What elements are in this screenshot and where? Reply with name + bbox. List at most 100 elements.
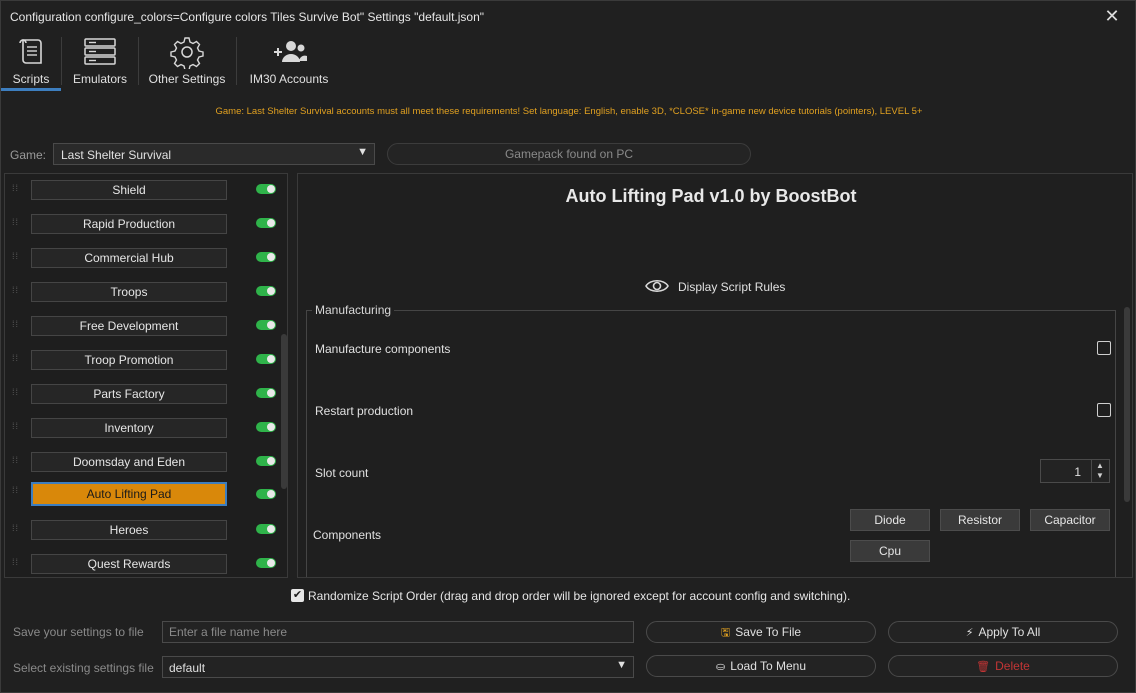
settings-file-select[interactable]: default ▼ xyxy=(162,656,634,678)
manufacturing-group: Manufacturing Manufacture components Res… xyxy=(306,303,1116,577)
trash-icon: 🗑 xyxy=(976,661,991,673)
script-toggle[interactable] xyxy=(256,286,276,296)
drag-handle-icon[interactable]: ⁞⁞ xyxy=(12,286,22,302)
requirements-notice: Game: Last Shelter Survival accounts mus… xyxy=(215,106,923,117)
load-to-menu-button[interactable]: ⛀ Load To Menu xyxy=(646,655,876,677)
randomize-checkbox[interactable]: ✔ xyxy=(291,589,304,602)
drag-handle-icon[interactable]: ⁞⁞ xyxy=(12,486,22,502)
drag-handle-icon[interactable]: ⁞⁞ xyxy=(12,354,22,370)
tab-other-settings[interactable]: Other Settings xyxy=(142,33,232,91)
tab-label: Scripts xyxy=(12,72,50,86)
drag-handle-icon[interactable]: ⁞⁞ xyxy=(12,524,22,540)
dropdown-arrow-icon: ▼ xyxy=(357,146,368,158)
dropdown-arrow-icon: ▼ xyxy=(616,659,627,671)
script-list-scrollbar[interactable] xyxy=(281,334,287,489)
script-toggle[interactable] xyxy=(256,388,276,398)
drag-handle-icon[interactable]: ⁞⁞ xyxy=(12,456,22,472)
drag-handle-icon[interactable]: ⁞⁞ xyxy=(12,218,22,234)
save-to-file-label: Save To File xyxy=(735,625,802,639)
gamepack-status-button[interactable]: Gamepack found on PC xyxy=(387,143,751,165)
script-toggle[interactable] xyxy=(256,252,276,262)
apply-to-all-label: Apply To All xyxy=(978,625,1041,639)
script-toggle[interactable] xyxy=(256,456,276,466)
randomize-label: Randomize Script Order (drag and drop or… xyxy=(308,589,851,603)
tab-scripts[interactable]: Scripts xyxy=(1,33,61,91)
script-toggle[interactable] xyxy=(256,218,276,228)
save-to-file-button[interactable]: 🖫 Save To File xyxy=(646,621,876,643)
gear-icon xyxy=(170,37,204,69)
tab-divider xyxy=(236,37,237,85)
game-label: Game: xyxy=(10,148,47,162)
group-title: Manufacturing xyxy=(312,303,395,317)
tab-label: Other Settings xyxy=(148,72,226,86)
drag-handle-icon[interactable]: ⁞⁞ xyxy=(12,388,22,404)
script-toggle[interactable] xyxy=(256,184,276,194)
tab-label: Emulators xyxy=(72,72,128,86)
list-item: ⁞⁞ Shield xyxy=(5,180,287,214)
script-button[interactable]: Heroes xyxy=(31,520,227,540)
script-button[interactable]: Parts Factory xyxy=(31,384,227,404)
script-button[interactable]: Shield xyxy=(31,180,227,200)
drag-handle-icon[interactable]: ⁞⁞ xyxy=(12,558,22,574)
manufacture-components-checkbox[interactable] xyxy=(1097,341,1111,355)
eye-icon xyxy=(645,279,669,293)
spinbox-arrows: ▲ ▼ xyxy=(1091,460,1109,482)
script-toggle[interactable] xyxy=(256,354,276,364)
script-toggle[interactable] xyxy=(256,489,276,499)
component-capacitor-button[interactable]: Capacitor xyxy=(1030,509,1110,531)
list-item: ⁞⁞ Troop Promotion xyxy=(5,350,287,384)
restart-production-label: Restart production xyxy=(315,404,414,418)
drag-handle-icon[interactable]: ⁞⁞ xyxy=(12,252,22,268)
script-toggle[interactable] xyxy=(256,524,276,534)
drag-handle-icon[interactable]: ⁞⁞ xyxy=(12,422,22,438)
script-button[interactable]: Commercial Hub xyxy=(31,248,227,268)
game-select[interactable]: Last Shelter Survival ▼ xyxy=(53,143,375,165)
script-button[interactable]: Troop Promotion xyxy=(31,350,227,370)
file-name-input[interactable] xyxy=(162,621,634,643)
drag-handle-icon[interactable]: ⁞⁞ xyxy=(12,184,22,200)
tab-emulators[interactable]: Emulators xyxy=(65,33,135,91)
component-cpu-button[interactable]: Cpu xyxy=(850,540,930,562)
script-toggle[interactable] xyxy=(256,320,276,330)
tab-im30-accounts[interactable]: IM30 Accounts xyxy=(241,33,337,91)
restart-production-checkbox[interactable] xyxy=(1097,403,1111,417)
delete-label: Delete xyxy=(995,659,1030,673)
delete-button[interactable]: 🗑 Delete xyxy=(888,655,1118,677)
settings-file-value: default xyxy=(169,661,206,675)
script-button[interactable]: Rapid Production xyxy=(31,214,227,234)
slot-count-label: Slot count xyxy=(315,466,369,480)
manufacture-components-label: Manufacture components xyxy=(315,342,451,356)
script-button[interactable]: Inventory xyxy=(31,418,227,438)
script-button[interactable]: Free Development xyxy=(31,316,227,336)
script-button[interactable]: Troops xyxy=(31,282,227,302)
server-icon xyxy=(84,38,116,65)
component-diode-button[interactable]: Diode xyxy=(850,509,930,531)
script-toggle[interactable] xyxy=(256,558,276,568)
rules-link-label: Display Script Rules xyxy=(678,280,786,294)
users-icon xyxy=(274,41,307,62)
window-title: Configuration configure_colors=Configure… xyxy=(10,10,485,24)
slot-count-spinbox[interactable]: 1 ▲ ▼ xyxy=(1040,459,1110,483)
list-item: ⁞⁞ Inventory xyxy=(5,418,287,452)
slot-count-value: 1 xyxy=(1074,465,1081,479)
script-list[interactable]: ⁞⁞ Shield ⁞⁞ Rapid Production ⁞⁞ Commerc… xyxy=(4,173,288,578)
script-toggle[interactable] xyxy=(256,422,276,432)
drag-handle-icon[interactable]: ⁞⁞ xyxy=(12,320,22,336)
components-label: Components xyxy=(313,528,382,542)
ribbon-tabs: Scripts Emulators Other Settings IM30 Ac… xyxy=(1,33,1135,91)
script-settings-panel: Auto Lifting Pad v1.0 by BoostBot Displa… xyxy=(297,173,1133,578)
close-icon[interactable]: ✕ xyxy=(1103,7,1121,25)
panel-scrollbar[interactable] xyxy=(1124,307,1130,502)
decrement-icon[interactable]: ▼ xyxy=(1096,471,1104,480)
tab-divider xyxy=(138,37,139,85)
increment-icon[interactable]: ▲ xyxy=(1096,461,1104,470)
script-button-active[interactable]: Auto Lifting Pad xyxy=(31,482,227,506)
lightning-icon: ⚡ xyxy=(965,627,974,639)
script-button[interactable]: Quest Rewards xyxy=(31,554,227,574)
tab-divider xyxy=(61,37,62,85)
component-resistor-button[interactable]: Resistor xyxy=(940,509,1020,531)
load-to-menu-label: Load To Menu xyxy=(730,659,807,673)
apply-to-all-button[interactable]: ⚡ Apply To All xyxy=(888,621,1118,643)
script-button[interactable]: Doomsday and Eden xyxy=(31,452,227,472)
configuration-window: Configuration configure_colors=Configure… xyxy=(0,0,1136,693)
